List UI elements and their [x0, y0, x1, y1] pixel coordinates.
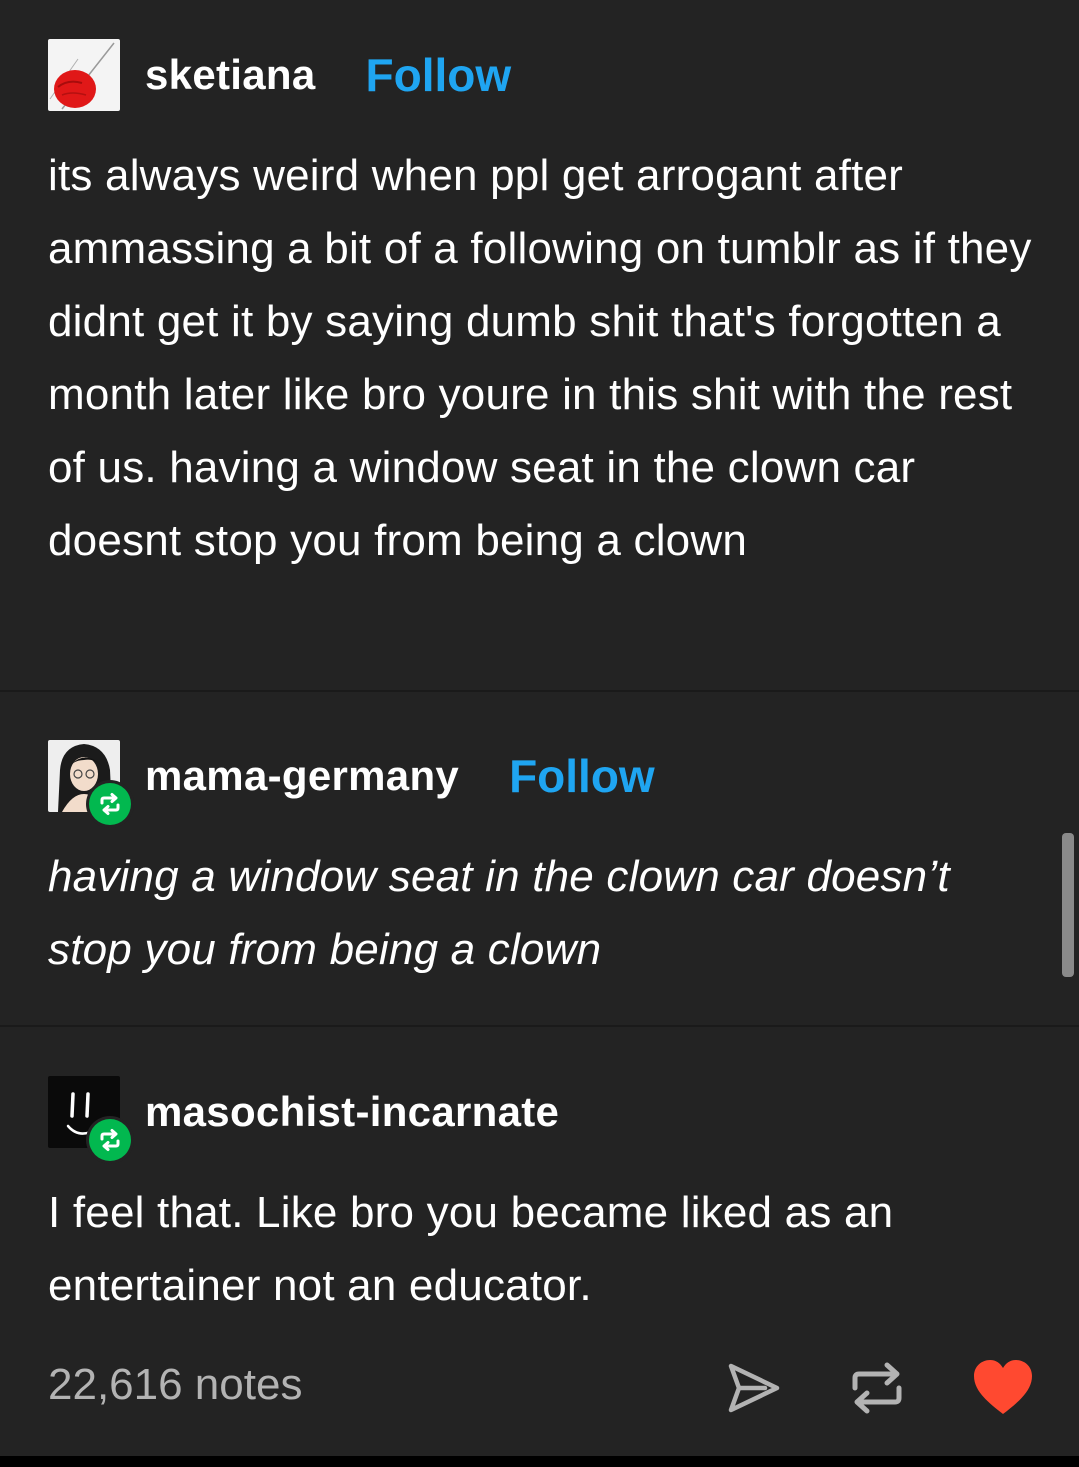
- username[interactable]: masochist-incarnate: [145, 1088, 559, 1136]
- tumblr-post: sketiana Follow its always weird when pp…: [0, 0, 1079, 1456]
- avatar-image: [48, 39, 120, 111]
- heart-icon[interactable]: [972, 1358, 1032, 1418]
- post-header-masochist-incarnate: masochist-incarnate: [48, 1076, 559, 1164]
- post-body-text: its always weird when ppl get arrogant a…: [48, 151, 1032, 565]
- divider: [0, 690, 1079, 692]
- reblog-badge-icon: [100, 1129, 120, 1151]
- notes-count[interactable]: 22,616 notes: [48, 1360, 302, 1410]
- divider: [0, 1025, 1079, 1027]
- bottom-edge: [0, 1456, 1079, 1467]
- avatar-sketiana[interactable]: [48, 39, 120, 111]
- username[interactable]: sketiana: [145, 51, 316, 99]
- reblog-badge: [86, 1116, 134, 1164]
- scrollbar[interactable]: [1062, 833, 1074, 977]
- avatar-mama-germany[interactable]: [48, 740, 134, 828]
- reblog-badge: [86, 780, 134, 828]
- follow-button[interactable]: Follow: [509, 749, 655, 803]
- post-header-sketiana: sketiana Follow: [48, 39, 511, 111]
- post-footer: 22,616 notes: [0, 1340, 1079, 1436]
- reblog-icon[interactable]: [847, 1358, 907, 1418]
- post-header-mama-germany: mama-germany Follow: [48, 740, 655, 828]
- follow-button[interactable]: Follow: [366, 48, 512, 102]
- avatar-masochist-incarnate[interactable]: [48, 1076, 134, 1164]
- reblog-badge-icon: [100, 793, 120, 815]
- send-icon[interactable]: [723, 1358, 783, 1418]
- username[interactable]: mama-germany: [145, 752, 459, 800]
- post-body-text: having a window seat in the clown car do…: [48, 852, 950, 974]
- post-body-text: I feel that. Like bro you became liked a…: [48, 1188, 894, 1310]
